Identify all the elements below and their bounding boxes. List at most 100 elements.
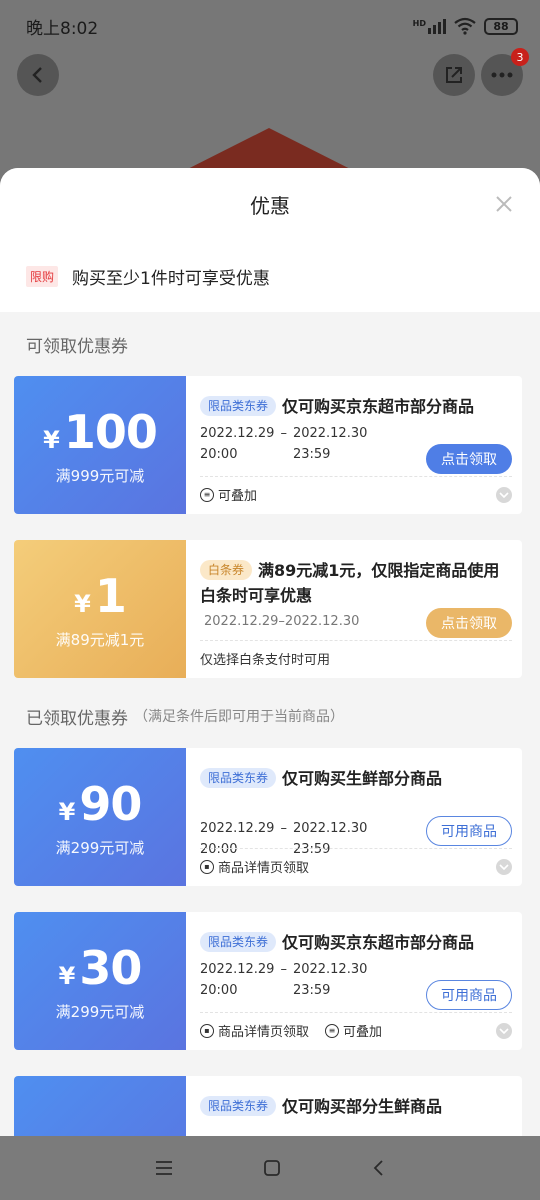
- coupon-title-text: 仅可购买京东超市部分商品: [282, 933, 475, 952]
- coupon-amount: ¥ 90: [58, 776, 143, 831]
- coupon-type-tag: 白条券: [200, 560, 253, 580]
- coupon-card: ¥ 90 满299元可减 限品类东券 仅可购买生鲜部分商品 2022.12.29 2…: [14, 748, 522, 886]
- available-products-button[interactable]: 可用商品: [426, 980, 512, 1010]
- coupon-notes: ▪ 商品详情页领取: [200, 848, 512, 876]
- signal-icon: HD: [412, 18, 446, 34]
- currency-symbol: ¥: [74, 589, 91, 618]
- coupon-card: ¥ 100 满999元可减 限品类东券 仅可购买京东超市部分商品 2022.12.…: [14, 376, 522, 514]
- coupon-detail: 限品类东券 仅可购买生鲜部分商品 2022.12.29 20:00 – 2022.1…: [186, 748, 522, 886]
- coupon-card: 限品类东券 仅可购买部分生鲜商品: [14, 1076, 522, 1136]
- coupon-condition: 满299元可减: [55, 838, 145, 857]
- available-products-button[interactable]: 可用商品: [426, 816, 512, 846]
- coupon-type-tag: 限品类东券: [200, 396, 277, 416]
- start-time: 20:00: [200, 447, 238, 462]
- tag-icon: ▪: [200, 859, 214, 874]
- coupon-card: ¥ 1 满89元减1元 白条券 满89元减1元，仅限指定商品使用白条时可享优惠 2…: [14, 540, 522, 678]
- coupon-title-text: 仅可购买部分生鲜商品: [282, 1097, 443, 1116]
- start-time: 20:00: [200, 983, 238, 998]
- menu-icon[interactable]: [155, 1160, 173, 1176]
- end-date: 2022.12.30: [292, 426, 368, 441]
- source-note: ▪ 商品详情页领取: [200, 857, 309, 876]
- coupon-title: 限品类东券 仅可购买生鲜部分商品: [200, 766, 512, 791]
- top-bar: 3: [0, 48, 540, 102]
- coupon-detail: 限品类东券 仅可购买京东超市部分商品 2022.12.29 20:00 – 2022…: [186, 912, 522, 1050]
- coupon-title-text: 仅可购买京东超市部分商品: [282, 397, 475, 416]
- stack-icon: ≡: [200, 487, 214, 502]
- home-icon[interactable]: [263, 1159, 281, 1177]
- start-date: 2022.12.29: [200, 821, 275, 836]
- coupon-title: 限品类东券 仅可购买部分生鲜商品: [200, 1094, 512, 1119]
- wifi-icon: [454, 17, 476, 35]
- coupon-value-panel: ¥ 100 满999元可减: [14, 376, 186, 514]
- coupon-type-tag: 限品类东券: [200, 768, 277, 788]
- coupon-type-tag: 限品类东券: [200, 932, 277, 952]
- end-date: 2022.12.30: [292, 962, 368, 977]
- note-text: 可叠加: [343, 1025, 383, 1040]
- coupon-card: ¥ 30 满299元可减 限品类东券 仅可购买京东超市部分商品 2022.12.2…: [14, 912, 522, 1050]
- notification-badge: 3: [511, 48, 529, 66]
- chevron-down-icon: [499, 1027, 509, 1034]
- stack-icon: ≡: [325, 1023, 340, 1038]
- claim-button[interactable]: 点击领取: [426, 444, 512, 474]
- status-icons: HD 88: [413, 17, 518, 35]
- coupon-condition: 满299元可减: [55, 1002, 145, 1021]
- amount-value: 100: [63, 404, 158, 459]
- start-date: 2022.12.29: [200, 962, 275, 977]
- claimed-section-title: 已领取优惠券 （满足条件后即可用于当前商品）: [0, 684, 540, 748]
- available-section-title: 可领取优惠券: [0, 312, 540, 376]
- coupon-sheet: 优惠 限购 购买至少1件时可享受优惠 可领取优惠券 ¥ 100 满999元可减 …: [0, 168, 540, 1136]
- note-text: 商品详情页领取: [218, 861, 310, 876]
- status-time: 晚上8:02: [26, 18, 99, 39]
- purchase-limit-row: 限购 购买至少1件时可享受优惠: [0, 240, 540, 312]
- limit-text: 购买至少1件时可享受优惠: [72, 268, 270, 289]
- start-date: 2022.12.29: [200, 426, 275, 441]
- chevron-down-icon: [499, 491, 509, 498]
- status-bar: 晚上8:02 HD 88: [0, 0, 540, 52]
- stackable-note: ≡ 可叠加: [325, 1021, 382, 1040]
- more-icon: [491, 72, 513, 78]
- coupon-condition: 满89元减1元: [55, 630, 145, 649]
- coupon-amount: ¥ 1: [74, 569, 127, 623]
- share-icon: [446, 67, 462, 83]
- coupon-value-panel: ¥ 90 满299元可减: [14, 748, 186, 886]
- sheet-header: 优惠: [0, 168, 540, 240]
- coupon-value-panel: ¥ 30 满299元可减: [14, 912, 186, 1050]
- note-text: 商品详情页领取: [218, 1025, 310, 1040]
- coupon-notes: ≡ 可叠加: [200, 476, 512, 504]
- amount-value: 90: [79, 776, 142, 831]
- expand-toggle[interactable]: [496, 486, 512, 503]
- chevron-down-icon: [499, 863, 509, 870]
- coupon-detail: 限品类东券 仅可购买京东超市部分商品 2022.12.29 20:00 – 2022…: [186, 376, 522, 514]
- coupon-amount: ¥ 100: [43, 404, 158, 459]
- note-text: 可叠加: [218, 489, 258, 504]
- coupon-title: 白条券 满89元减1元，仅限指定商品使用白条时可享优惠: [200, 558, 512, 608]
- coupon-title: 限品类东券 仅可购买京东超市部分商品: [200, 930, 512, 955]
- coupon-type-tag: 限品类东券: [200, 1096, 277, 1116]
- more-button[interactable]: 3: [481, 48, 529, 96]
- amount-value: 30: [79, 940, 142, 995]
- coupon-condition: 满999元可减: [55, 466, 145, 485]
- coupon-amount: ¥ 30: [58, 940, 143, 995]
- expand-toggle[interactable]: [496, 858, 512, 875]
- source-note: ▪ 商品详情页领取: [200, 1021, 309, 1040]
- back-button[interactable]: [17, 54, 59, 96]
- end-time: 23:59: [292, 447, 331, 462]
- close-icon[interactable]: [490, 190, 518, 218]
- claimed-title-text: 已领取优惠券: [26, 708, 128, 729]
- coupon-notes: 仅选择白条支付时可用: [200, 640, 512, 668]
- chevron-left-icon: [32, 67, 42, 83]
- back-nav-icon[interactable]: [371, 1159, 385, 1177]
- currency-symbol: ¥: [58, 961, 76, 990]
- coupon-value-panel: ¥ 1 满89元减1元: [14, 540, 186, 678]
- claim-button[interactable]: 点击领取: [426, 608, 512, 638]
- available-title-text: 可领取优惠券: [26, 336, 128, 357]
- battery-indicator: 88: [484, 17, 518, 35]
- hd-label: HD: [412, 18, 426, 28]
- currency-symbol: ¥: [58, 797, 76, 826]
- sheet-title: 优惠: [250, 193, 290, 218]
- share-button[interactable]: [433, 54, 475, 96]
- tag-icon: ▪: [200, 1023, 214, 1038]
- expand-toggle[interactable]: [496, 1022, 512, 1039]
- end-time: 23:59: [292, 983, 331, 998]
- stackable-note: ≡ 可叠加: [200, 485, 257, 504]
